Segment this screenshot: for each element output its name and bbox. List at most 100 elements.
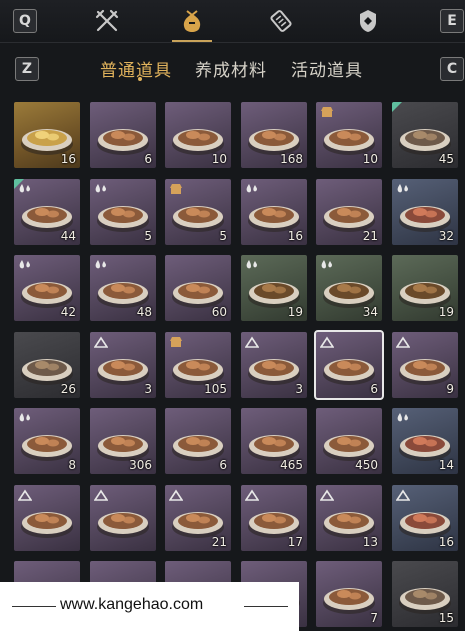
item-count: 450 [355,458,378,472]
pouch-icon[interactable] [177,6,207,36]
inventory-slot[interactable]: 15 [392,561,458,627]
e-hotkey[interactable]: E [440,9,464,33]
mountain-icon [244,335,260,349]
inventory-slot[interactable]: 306 [90,408,156,474]
inventory-slot[interactable]: 21 [165,485,231,551]
watermark-banner: www.kangehao.com [0,582,299,631]
inventory-slot[interactable]: 465 [241,408,307,474]
item-count: 5 [219,229,227,243]
category-bar: Q E [0,0,465,43]
z-hotkey[interactable]: Z [15,57,39,81]
item-count: 7 [370,611,378,625]
item-count: 45 [438,152,454,166]
mountain-icon [93,335,109,349]
inventory-slot[interactable]: 32 [392,179,458,245]
item-count: 42 [60,305,76,319]
tab-common-items[interactable]: 普通道具 [100,56,172,81]
item-count: 6 [219,458,227,472]
inventory-slot[interactable]: 5 [165,179,231,245]
inventory-slot[interactable]: 19 [241,255,307,321]
item-count: 10 [362,152,378,166]
item-count: 32 [438,229,454,243]
mountain-icon [395,488,411,502]
water-drops-icon [244,258,260,272]
inventory-slot[interactable]: 7 [316,561,382,627]
item-count: 13 [362,535,378,549]
inventory-slot[interactable]: 13 [316,485,382,551]
mountain-icon [395,335,411,349]
item-count: 16 [287,229,303,243]
inventory-slot[interactable]: 10 [165,102,231,168]
item-count: 6 [370,382,378,396]
inventory-slot[interactable]: 16 [241,179,307,245]
inventory-slot[interactable]: 16 [392,485,458,551]
inventory-slot[interactable]: 48 [90,255,156,321]
inventory-slot[interactable]: 6 [314,330,384,400]
item-count: 34 [362,305,378,319]
inventory-slot[interactable]: 14 [392,408,458,474]
watermark-rule-left [12,606,56,607]
inventory-slot[interactable]: 17 [241,485,307,551]
q-hotkey[interactable]: Q [13,9,37,33]
crossed-swords-icon[interactable] [92,6,122,36]
subtab-bar: Z 普通道具 养成材料 活动道具 C [0,46,465,90]
inventory-slot[interactable]: 16 [14,102,80,168]
tab-cultivation-materials[interactable]: 养成材料 [195,56,267,81]
tab-event-items[interactable]: 活动道具 [291,56,363,81]
inventory-slot[interactable]: 3 [90,332,156,398]
water-drops-icon [395,411,411,425]
inventory-slot[interactable]: 6 [90,102,156,168]
active-category-indicator [172,40,212,42]
item-count: 26 [60,382,76,396]
inventory-slot[interactable]: 19 [392,255,458,321]
mountain-icon [319,488,335,502]
inventory-slot[interactable]: 34 [316,255,382,321]
item-count: 306 [129,458,152,472]
active-tab-dot [138,77,142,81]
item-count: 3 [144,382,152,396]
item-count: 9 [446,382,454,396]
item-count: 19 [287,305,303,319]
inventory-slot[interactable]: 8 [14,408,80,474]
inventory-slot[interactable]: 10 [316,102,382,168]
inventory-slot[interactable]: 105 [165,332,231,398]
water-drops-icon [395,182,411,196]
inventory-slot[interactable]: 26 [14,332,80,398]
badge-icon[interactable] [353,6,383,36]
item-count: 16 [438,535,454,549]
item-count: 168 [280,152,303,166]
item-count: 44 [60,229,76,243]
inventory-slot[interactable]: 60 [165,255,231,321]
item-count: 465 [280,458,303,472]
item-count: 60 [211,305,227,319]
scroll-icon[interactable] [266,6,296,36]
inventory-slot[interactable]: 3 [241,332,307,398]
item-count: 17 [287,535,303,549]
item-count: 15 [438,611,454,625]
inventory-slot[interactable]: 5 [90,179,156,245]
water-drops-icon [17,411,33,425]
inventory-slot[interactable] [14,485,80,551]
item-count: 6 [144,152,152,166]
item-count: 21 [362,229,378,243]
c-hotkey[interactable]: C [440,57,464,81]
item-count: 3 [295,382,303,396]
item-count: 21 [211,535,227,549]
watermark-text: www.kangehao.com [60,596,204,613]
item-count: 48 [136,305,152,319]
mountain-icon [319,335,335,349]
item-count: 5 [144,229,152,243]
inventory-slot[interactable]: 450 [316,408,382,474]
inventory-slot[interactable]: 6 [165,408,231,474]
mountain-icon [168,488,184,502]
inventory-slot[interactable]: 45 [392,102,458,168]
inventory-slot[interactable]: 42 [14,255,80,321]
water-drops-icon [319,258,335,272]
item-count: 10 [211,152,227,166]
inventory-slot[interactable]: 44 [14,179,80,245]
inventory-slot[interactable]: 21 [316,179,382,245]
inventory-slot[interactable]: 168 [241,102,307,168]
inventory-slot[interactable]: 9 [392,332,458,398]
inventory-slot[interactable] [90,485,156,551]
item-count: 16 [60,152,76,166]
